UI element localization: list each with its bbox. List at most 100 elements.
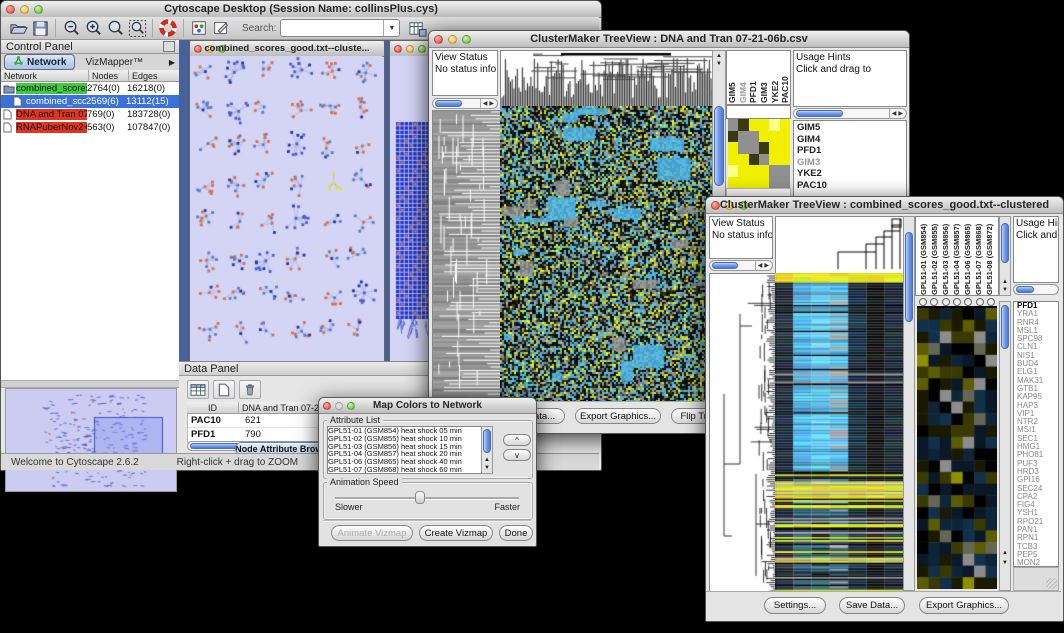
scroll-up-icon[interactable]: ▲: [482, 457, 492, 463]
scroll-down-icon[interactable]: ▼: [1000, 287, 1010, 293]
minimize-button[interactable]: [406, 45, 414, 53]
network-table-row[interactable]: combined_scores2764(0)16218(0): [1, 82, 179, 95]
scroll-down-icon[interactable]: ▼: [713, 61, 725, 67]
treeview2-status-hscrollbar[interactable]: ◀▶: [709, 260, 773, 271]
col-header-nodes[interactable]: Nodes: [89, 70, 129, 82]
column-label[interactable]: PAC10: [780, 53, 790, 103]
zoom-button[interactable]: [418, 45, 426, 53]
speed-slider-thumb[interactable]: [415, 491, 425, 504]
dialog-titlebar[interactable]: Map Colors to Network: [319, 398, 536, 414]
create-vizmap-button[interactable]: Create Vizmap: [419, 525, 493, 541]
animate-vizmap-button[interactable]: Animate Vizmap: [331, 525, 413, 541]
annotation-icon[interactable]: [210, 17, 232, 39]
column-label[interactable]: GPL51-01 (GSM854): [919, 219, 929, 295]
float-panel-icon[interactable]: [163, 41, 175, 52]
help-icon[interactable]: [157, 17, 179, 39]
export-graphics-button[interactable]: Export Graphics...: [575, 408, 661, 424]
treeview1-titlebar[interactable]: ClusterMaker TreeView : DNA and Tran 07-…: [429, 31, 909, 48]
close-button[interactable]: [394, 45, 402, 53]
treeview1-zoom-heatmap[interactable]: [728, 119, 790, 188]
gene-label[interactable]: GIM4: [794, 134, 906, 146]
zoom-selected-icon[interactable]: [104, 17, 126, 39]
save-icon[interactable]: [29, 17, 51, 39]
tab-network[interactable]: Network: [4, 54, 75, 70]
column-label[interactable]: GPL51-02 (GSM855): [930, 219, 940, 295]
attribute-list-vscrollbar[interactable]: ▲ ▼: [481, 426, 493, 474]
scroll-down-icon[interactable]: ▼: [482, 465, 492, 471]
gene-label[interactable]: MON2: [1014, 559, 1058, 567]
column-label[interactable]: GIM4: [738, 53, 748, 103]
scroll-left-icon[interactable]: ◀: [892, 110, 897, 117]
settings-button[interactable]: Settings...: [764, 597, 826, 614]
network-overview-navigator[interactable]: [5, 388, 177, 492]
main-titlebar[interactable]: Cytoscape Desktop (Session Name: collins…: [1, 1, 601, 18]
treeview2-row-dendrogram[interactable]: [709, 273, 777, 593]
column-label[interactable]: GIM3: [759, 53, 769, 103]
panel-splitter[interactable]: [1, 380, 179, 388]
open-icon[interactable]: [7, 17, 29, 39]
treeview1-hints-hscrollbar[interactable]: ◀▶: [793, 108, 907, 119]
treeview2-gene-vscrollbar[interactable]: ▲ ▼: [999, 301, 1011, 591]
zoom-in-icon[interactable]: [82, 17, 104, 39]
treeview1-column-dendrogram[interactable]: [500, 50, 714, 107]
save-data-button[interactable]: Save Data...: [839, 597, 905, 614]
treeview2-label-vscrollbar[interactable]: ▲ ▼: [999, 216, 1011, 296]
attribute-item[interactable]: GPL51-07 (GSM868) heat shock 60 min: [328, 466, 492, 474]
column-label[interactable]: GPL51-04 (GSM857): [952, 219, 962, 295]
tab-overflow-arrow[interactable]: ▶: [169, 58, 175, 67]
scroll-down-icon[interactable]: ▼: [1000, 560, 1010, 566]
column-label[interactable]: PFD1: [748, 53, 758, 103]
treeview2-global-heatmap[interactable]: [775, 273, 903, 591]
treeview2-column-dendrogram[interactable]: [775, 216, 905, 274]
gene-label[interactable]: PFD1: [794, 145, 906, 157]
import-table-icon[interactable]: [406, 17, 428, 39]
gene-label[interactable]: GIM3: [794, 157, 906, 169]
treeview2-hints-hscrollbar[interactable]: [1013, 284, 1059, 295]
col-header-edges[interactable]: Edges: [129, 70, 179, 82]
scroll-left-icon[interactable]: ◀: [758, 262, 763, 269]
gene-label[interactable]: YKE2: [794, 168, 906, 180]
column-label[interactable]: GPL51-07 (GSM868): [974, 219, 984, 295]
attribute-table-icon[interactable]: [187, 380, 209, 399]
column-label[interactable]: GPL51-06 (GSM865): [963, 219, 973, 295]
search-input[interactable]: ▼: [280, 19, 400, 37]
column-label[interactable]: GPL51-08 (GSM872): [985, 219, 995, 295]
network-canvas-1[interactable]: [190, 56, 382, 360]
vizmapper-icon[interactable]: [188, 17, 210, 39]
zoom-out-icon[interactable]: [60, 17, 82, 39]
scroll-right-icon[interactable]: ▶: [898, 110, 903, 117]
treeview1-global-heatmap[interactable]: [500, 106, 712, 401]
tab-vizmapper[interactable]: VizMapper™: [75, 57, 153, 68]
treeview1-status-hscrollbar[interactable]: ◀▶: [432, 98, 498, 109]
column-label[interactable]: GPL51-03 (GSM856): [941, 219, 951, 295]
move-down-button[interactable]: v: [503, 449, 531, 461]
network-table-row[interactable]: combined_sco2569(6)13112(15): [1, 95, 179, 108]
create-attribute-icon[interactable]: [213, 380, 235, 399]
column-label[interactable]: GIM5: [727, 53, 737, 103]
attr-col-id[interactable]: ID: [187, 402, 239, 414]
export-graphics-button[interactable]: Export Graphics...: [919, 597, 1009, 614]
col-header-network[interactable]: Network: [1, 70, 89, 82]
network-table-row[interactable]: RNAPuberNov2+l563(0)107847(0): [1, 121, 179, 134]
network-table-row[interactable]: DNA and Tran 07769(0)183728(0): [1, 108, 179, 121]
done-button[interactable]: Done: [499, 525, 533, 541]
scroll-up-icon[interactable]: ▲: [1000, 279, 1010, 285]
move-up-button[interactable]: ^: [503, 434, 531, 446]
gene-label[interactable]: GIM5: [794, 122, 906, 134]
delete-attribute-icon[interactable]: [239, 380, 261, 399]
column-label[interactable]: YKE2: [770, 53, 780, 103]
scroll-left-icon[interactable]: ◀: [483, 100, 488, 107]
gene-label[interactable]: PAC10: [794, 180, 906, 192]
search-dropdown-arrow-icon[interactable]: ▼: [383, 20, 399, 36]
treeview2-zoom-heatmap[interactable]: [917, 308, 997, 589]
treeview2-vscrollbar[interactable]: [903, 216, 915, 591]
scroll-right-icon[interactable]: ▶: [764, 262, 769, 269]
treeview2-titlebar[interactable]: ClusterMaker TreeView : combined_scores_…: [706, 197, 1063, 214]
scroll-up-icon[interactable]: ▲: [1000, 550, 1010, 556]
treeview1-row-dendrogram[interactable]: [432, 110, 502, 403]
resize-grip[interactable]: [1046, 578, 1057, 589]
zoom-fit-icon[interactable]: [126, 17, 148, 39]
scroll-right-icon[interactable]: ▶: [489, 100, 494, 107]
speed-slider-track[interactable]: [335, 497, 519, 500]
network-window1-titlebar[interactable]: combined_scores_good.txt--cluste...: [190, 41, 384, 57]
